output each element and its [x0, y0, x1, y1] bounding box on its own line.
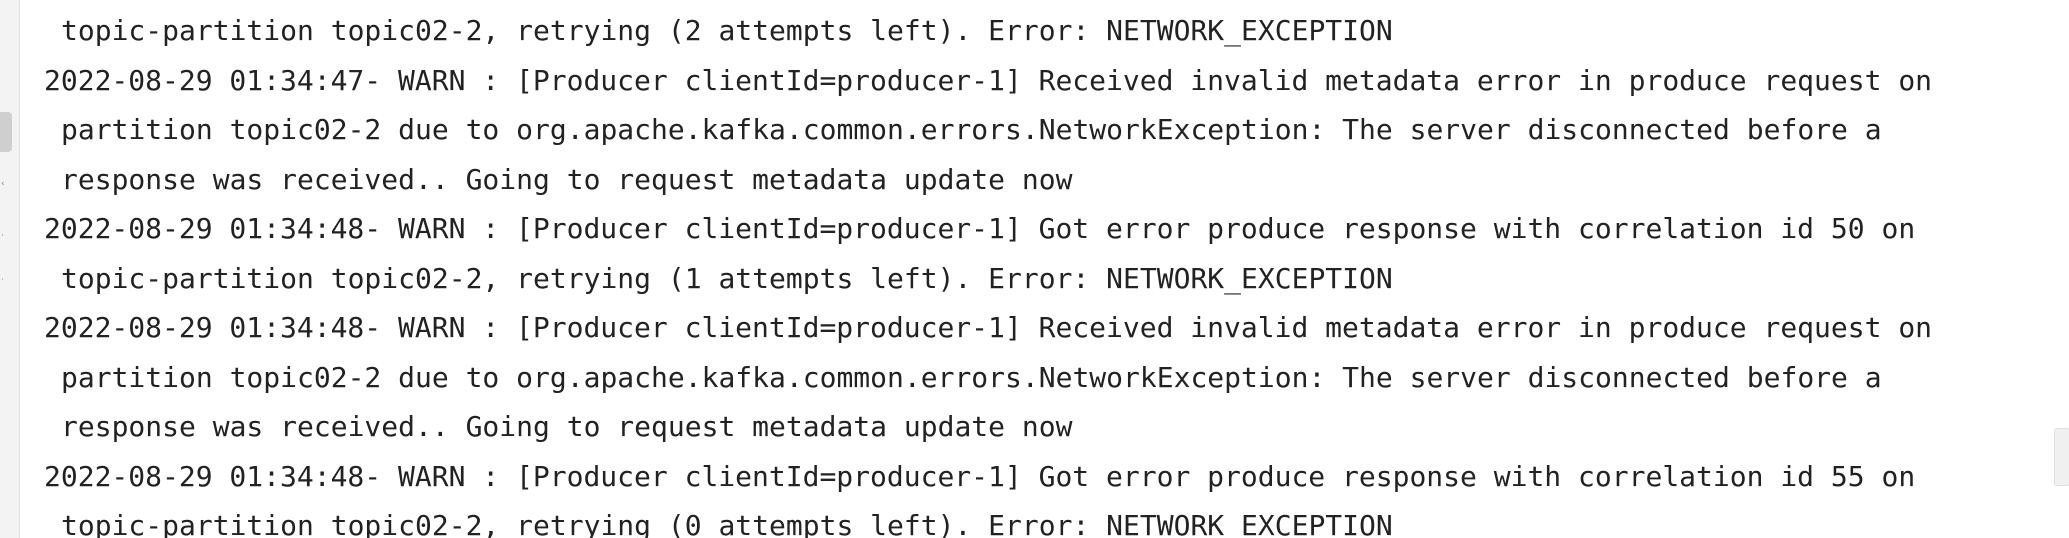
- log-line: response was received.. Going to request…: [61, 163, 1073, 196]
- log-line: topic-partition topic02-2, retrying (1 a…: [61, 262, 1393, 295]
- log-line: topic-partition topic02-2, retrying (2 a…: [61, 14, 1393, 47]
- log-viewer: ‹ · · topic-partition topic02-2, retryin…: [0, 0, 2069, 538]
- log-text-area[interactable]: topic-partition topic02-2, retrying (2 a…: [44, 0, 2034, 538]
- left-gutter: ‹ · ·: [0, 0, 20, 538]
- gutter-marker: ‹: [1, 179, 5, 189]
- log-line: 2022-08-29 01:34:48- WARN : [Producer cl…: [44, 212, 1916, 245]
- log-line: 2022-08-29 01:34:48- WARN : [Producer cl…: [44, 460, 1916, 493]
- log-line: partition topic02-2 due to org.apache.ka…: [61, 361, 1882, 394]
- log-line: response was received.. Going to request…: [61, 410, 1073, 443]
- log-line: partition topic02-2 due to org.apache.ka…: [61, 113, 1882, 146]
- gutter-marker: ·: [1, 231, 4, 241]
- gutter-marker: ·: [1, 275, 4, 285]
- log-line: topic-partition topic02-2, retrying (0 a…: [61, 509, 1393, 538]
- log-line: 2022-08-29 01:34:48- WARN : [Producer cl…: [44, 311, 1933, 344]
- collapse-handle[interactable]: [0, 112, 12, 152]
- scrollbar-thumb[interactable]: [2054, 428, 2069, 486]
- log-line: 2022-08-29 01:34:47- WARN : [Producer cl…: [44, 64, 1933, 97]
- vertical-scrollbar[interactable]: [2048, 0, 2069, 538]
